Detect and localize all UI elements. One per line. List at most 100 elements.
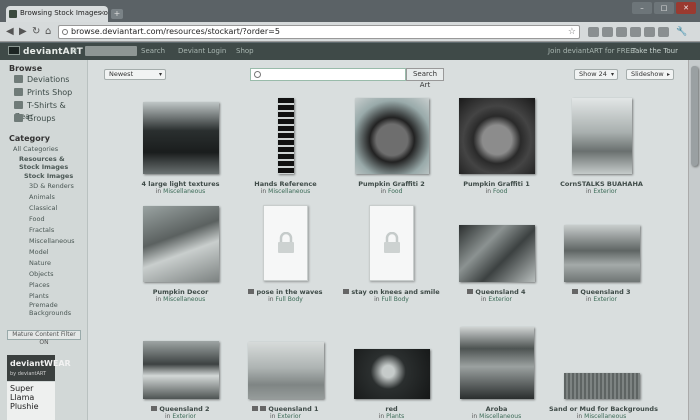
sort-select[interactable]: Newest ▾ [104, 69, 166, 80]
header-search-button[interactable]: Search [141, 47, 165, 55]
category-link[interactable]: Miscellaneous [479, 413, 521, 420]
stock-images-link[interactable]: Stock Images [24, 172, 73, 181]
sidebar-item-groups[interactable]: Groups [14, 113, 56, 124]
subcategory-link[interactable]: Objects [29, 270, 54, 279]
subcategory-link[interactable]: Plants [29, 292, 49, 301]
deviation-title[interactable]: 4 large light textures [128, 180, 233, 188]
search-art-input[interactable] [250, 68, 406, 81]
deviation-thumbnail[interactable] [459, 327, 534, 399]
deviation-card[interactable]: Pumpkin Graffiti 1 in Food [444, 97, 549, 207]
locked-thumbnail[interactable] [263, 205, 308, 281]
category-link[interactable]: Miscellaneous [268, 188, 310, 195]
deviation-thumbnail[interactable] [247, 342, 324, 399]
take-the-tour-link[interactable]: Take the Tour [632, 47, 678, 55]
deviation-thumbnail[interactable] [277, 98, 294, 174]
category-link[interactable]: Exterior [593, 188, 617, 195]
mature-filter-toggle[interactable]: Mature Content Filter ON [7, 330, 81, 346]
deviation-title[interactable]: Hands Reference [233, 180, 338, 188]
deviation-title[interactable]: Queensland 1 [233, 405, 338, 413]
category-link[interactable]: Exterior [488, 296, 512, 303]
deviation-title[interactable]: Sand or Mud for Backgrounds [549, 405, 658, 413]
subcategory-link[interactable]: Premade Backgrounds [29, 301, 85, 317]
home-button[interactable]: ⌂ [45, 26, 51, 38]
subcategory-link[interactable]: Model [29, 248, 49, 257]
minimize-button[interactable]: – [632, 2, 652, 14]
extension-icon[interactable] [616, 27, 627, 37]
download-icon[interactable] [252, 406, 259, 411]
download-icon[interactable] [260, 406, 267, 411]
category-link[interactable]: Exterior [593, 296, 617, 303]
deviation-title[interactable]: CornSTALKS BUAHAHA [549, 180, 654, 188]
deviation-thumbnail[interactable] [353, 349, 430, 399]
sidebar-item-tshirts[interactable]: T-Shirts & Gear [14, 100, 87, 121]
deviantwear-ad[interactable]: deviantWEAR by deviantART [7, 355, 71, 381]
maximize-button[interactable]: □ [654, 2, 674, 14]
subcategory-link[interactable]: Fractals [29, 226, 54, 235]
deviant-login-link[interactable]: Deviant Login [178, 47, 226, 55]
deviation-title[interactable]: Aroba [444, 405, 549, 413]
shop-link[interactable]: Shop [236, 47, 254, 55]
deviation-title[interactable]: Queensland 3 [549, 288, 654, 296]
page-scrollbar[interactable] [688, 60, 700, 420]
deviation-title[interactable]: pose in the waves [233, 288, 338, 296]
extension-icon[interactable] [588, 27, 599, 37]
header-search-input[interactable] [85, 46, 137, 56]
deviation-card[interactable]: Aroba in Miscellaneous [444, 322, 549, 420]
deviation-title[interactable]: Queensland 2 [128, 405, 233, 413]
deviation-thumbnail[interactable] [142, 102, 219, 174]
download-icon[interactable] [572, 289, 579, 294]
category-link[interactable]: Full Body [382, 296, 409, 303]
deviation-card[interactable]: CornSTALKS BUAHAHA in Exterior [549, 97, 654, 207]
extension-icon[interactable] [644, 27, 655, 37]
gear-icon[interactable]: ⚙ [71, 47, 77, 55]
deviation-card[interactable]: Queensland 4 in Exterior [444, 205, 549, 315]
subcategory-link[interactable]: Miscellaneous [29, 237, 75, 246]
deviation-card[interactable]: Queensland 3 in Exterior [549, 205, 654, 315]
category-link[interactable]: Food [388, 188, 402, 195]
deviation-card[interactable]: 4 large light textures in Miscellaneous [128, 97, 233, 207]
subcategory-link[interactable]: Nature [29, 259, 51, 268]
sidebar-item-deviations[interactable]: Deviations [14, 74, 69, 85]
plushie-ad[interactable]: Super Llama Plushie [7, 382, 55, 420]
address-bar[interactable]: browse.deviantart.com/resources/stockart… [58, 25, 580, 39]
category-link[interactable]: Miscellaneous [163, 188, 205, 195]
deviation-thumbnail[interactable] [458, 98, 535, 174]
new-tab-button[interactable]: + [111, 9, 123, 19]
deviation-thumbnail[interactable] [571, 98, 632, 174]
subcategory-link[interactable]: Animals [29, 193, 55, 202]
back-button[interactable]: ◀ [6, 26, 14, 38]
deviation-card[interactable]: Sand or Mud for Backgrounds in Miscellane… [549, 322, 658, 420]
extension-icon[interactable] [630, 27, 641, 37]
deviation-title[interactable]: stay on knees and smile [339, 288, 444, 296]
subcategory-link[interactable]: Places [29, 281, 50, 290]
tab-close-icon[interactable]: × [99, 9, 105, 17]
subcategory-link[interactable]: Food [29, 215, 45, 224]
deviation-thumbnail[interactable] [458, 225, 535, 282]
all-categories-link[interactable]: All Categories [13, 145, 58, 154]
deviation-card[interactable]: Queensland 1 in Exterior [233, 322, 338, 420]
download-icon[interactable] [248, 289, 255, 294]
download-icon[interactable] [467, 289, 474, 294]
search-art-button[interactable]: Search Art [406, 68, 444, 89]
extension-icon[interactable] [602, 27, 613, 37]
category-link[interactable]: Food [493, 188, 507, 195]
category-link[interactable]: Plants [386, 413, 404, 420]
deviation-title[interactable]: red [339, 405, 444, 413]
locked-thumbnail[interactable] [369, 205, 414, 281]
deviation-title[interactable]: Pumpkin Graffiti 2 [339, 180, 444, 188]
deviation-title[interactable]: Pumpkin Graffiti 1 [444, 180, 549, 188]
wrench-icon[interactable]: 🔧 [676, 26, 687, 38]
reload-button[interactable]: ↻ [32, 26, 40, 38]
deviation-thumbnail[interactable] [354, 98, 429, 174]
forward-button[interactable]: ▶ [19, 26, 27, 38]
close-window-button[interactable]: ✕ [676, 2, 696, 14]
deviation-card[interactable]: Hands Reference in Miscellaneous [233, 97, 338, 207]
deviation-card[interactable]: pose in the waves in Full Body [233, 205, 338, 315]
browser-tab[interactable]: Browsing Stock Images on × [6, 6, 108, 22]
deviation-card[interactable]: Pumpkin Graffiti 2 in Food [339, 97, 444, 207]
category-link[interactable]: Miscellaneous [163, 296, 205, 303]
category-link[interactable]: Exterior [277, 413, 301, 420]
deviation-thumbnail[interactable] [563, 373, 640, 399]
sidebar-item-prints-shop[interactable]: Prints Shop [14, 87, 72, 98]
category-link[interactable]: Exterior [172, 413, 196, 420]
